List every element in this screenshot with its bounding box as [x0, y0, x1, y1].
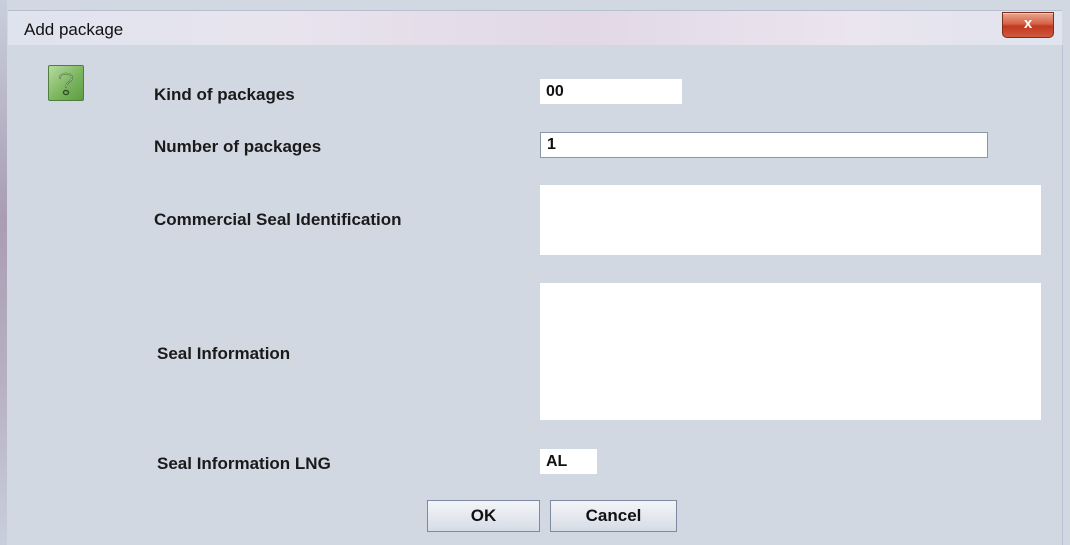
number-of-packages-field[interactable] — [540, 132, 988, 158]
cancel-button[interactable]: Cancel — [550, 500, 677, 532]
seal-information-lng-field[interactable] — [540, 449, 597, 474]
kind-of-packages-field[interactable] — [540, 79, 682, 104]
number-of-packages-label: Number of packages — [154, 137, 322, 156]
question-icon — [48, 65, 84, 101]
title-bar[interactable]: Add package x — [8, 10, 1062, 46]
seal-information-lng-label: Seal Information LNG — [157, 454, 331, 473]
kind-of-packages-label: Kind of packages — [154, 85, 295, 104]
window-left-edge — [0, 0, 7, 545]
seal-information-label: Seal Information — [157, 344, 291, 363]
dialog-content: Kind of packages Number of packages Comm… — [8, 45, 1063, 545]
window-title: Add package — [24, 20, 124, 39]
close-icon: x — [1023, 15, 1033, 32]
ok-button[interactable]: OK — [427, 500, 540, 532]
close-button[interactable]: x — [1002, 12, 1054, 38]
commercial-seal-identification-field[interactable] — [540, 185, 1041, 255]
seal-information-field[interactable] — [540, 283, 1041, 420]
commercial-seal-identification-label: Commercial Seal Identification — [154, 210, 402, 229]
